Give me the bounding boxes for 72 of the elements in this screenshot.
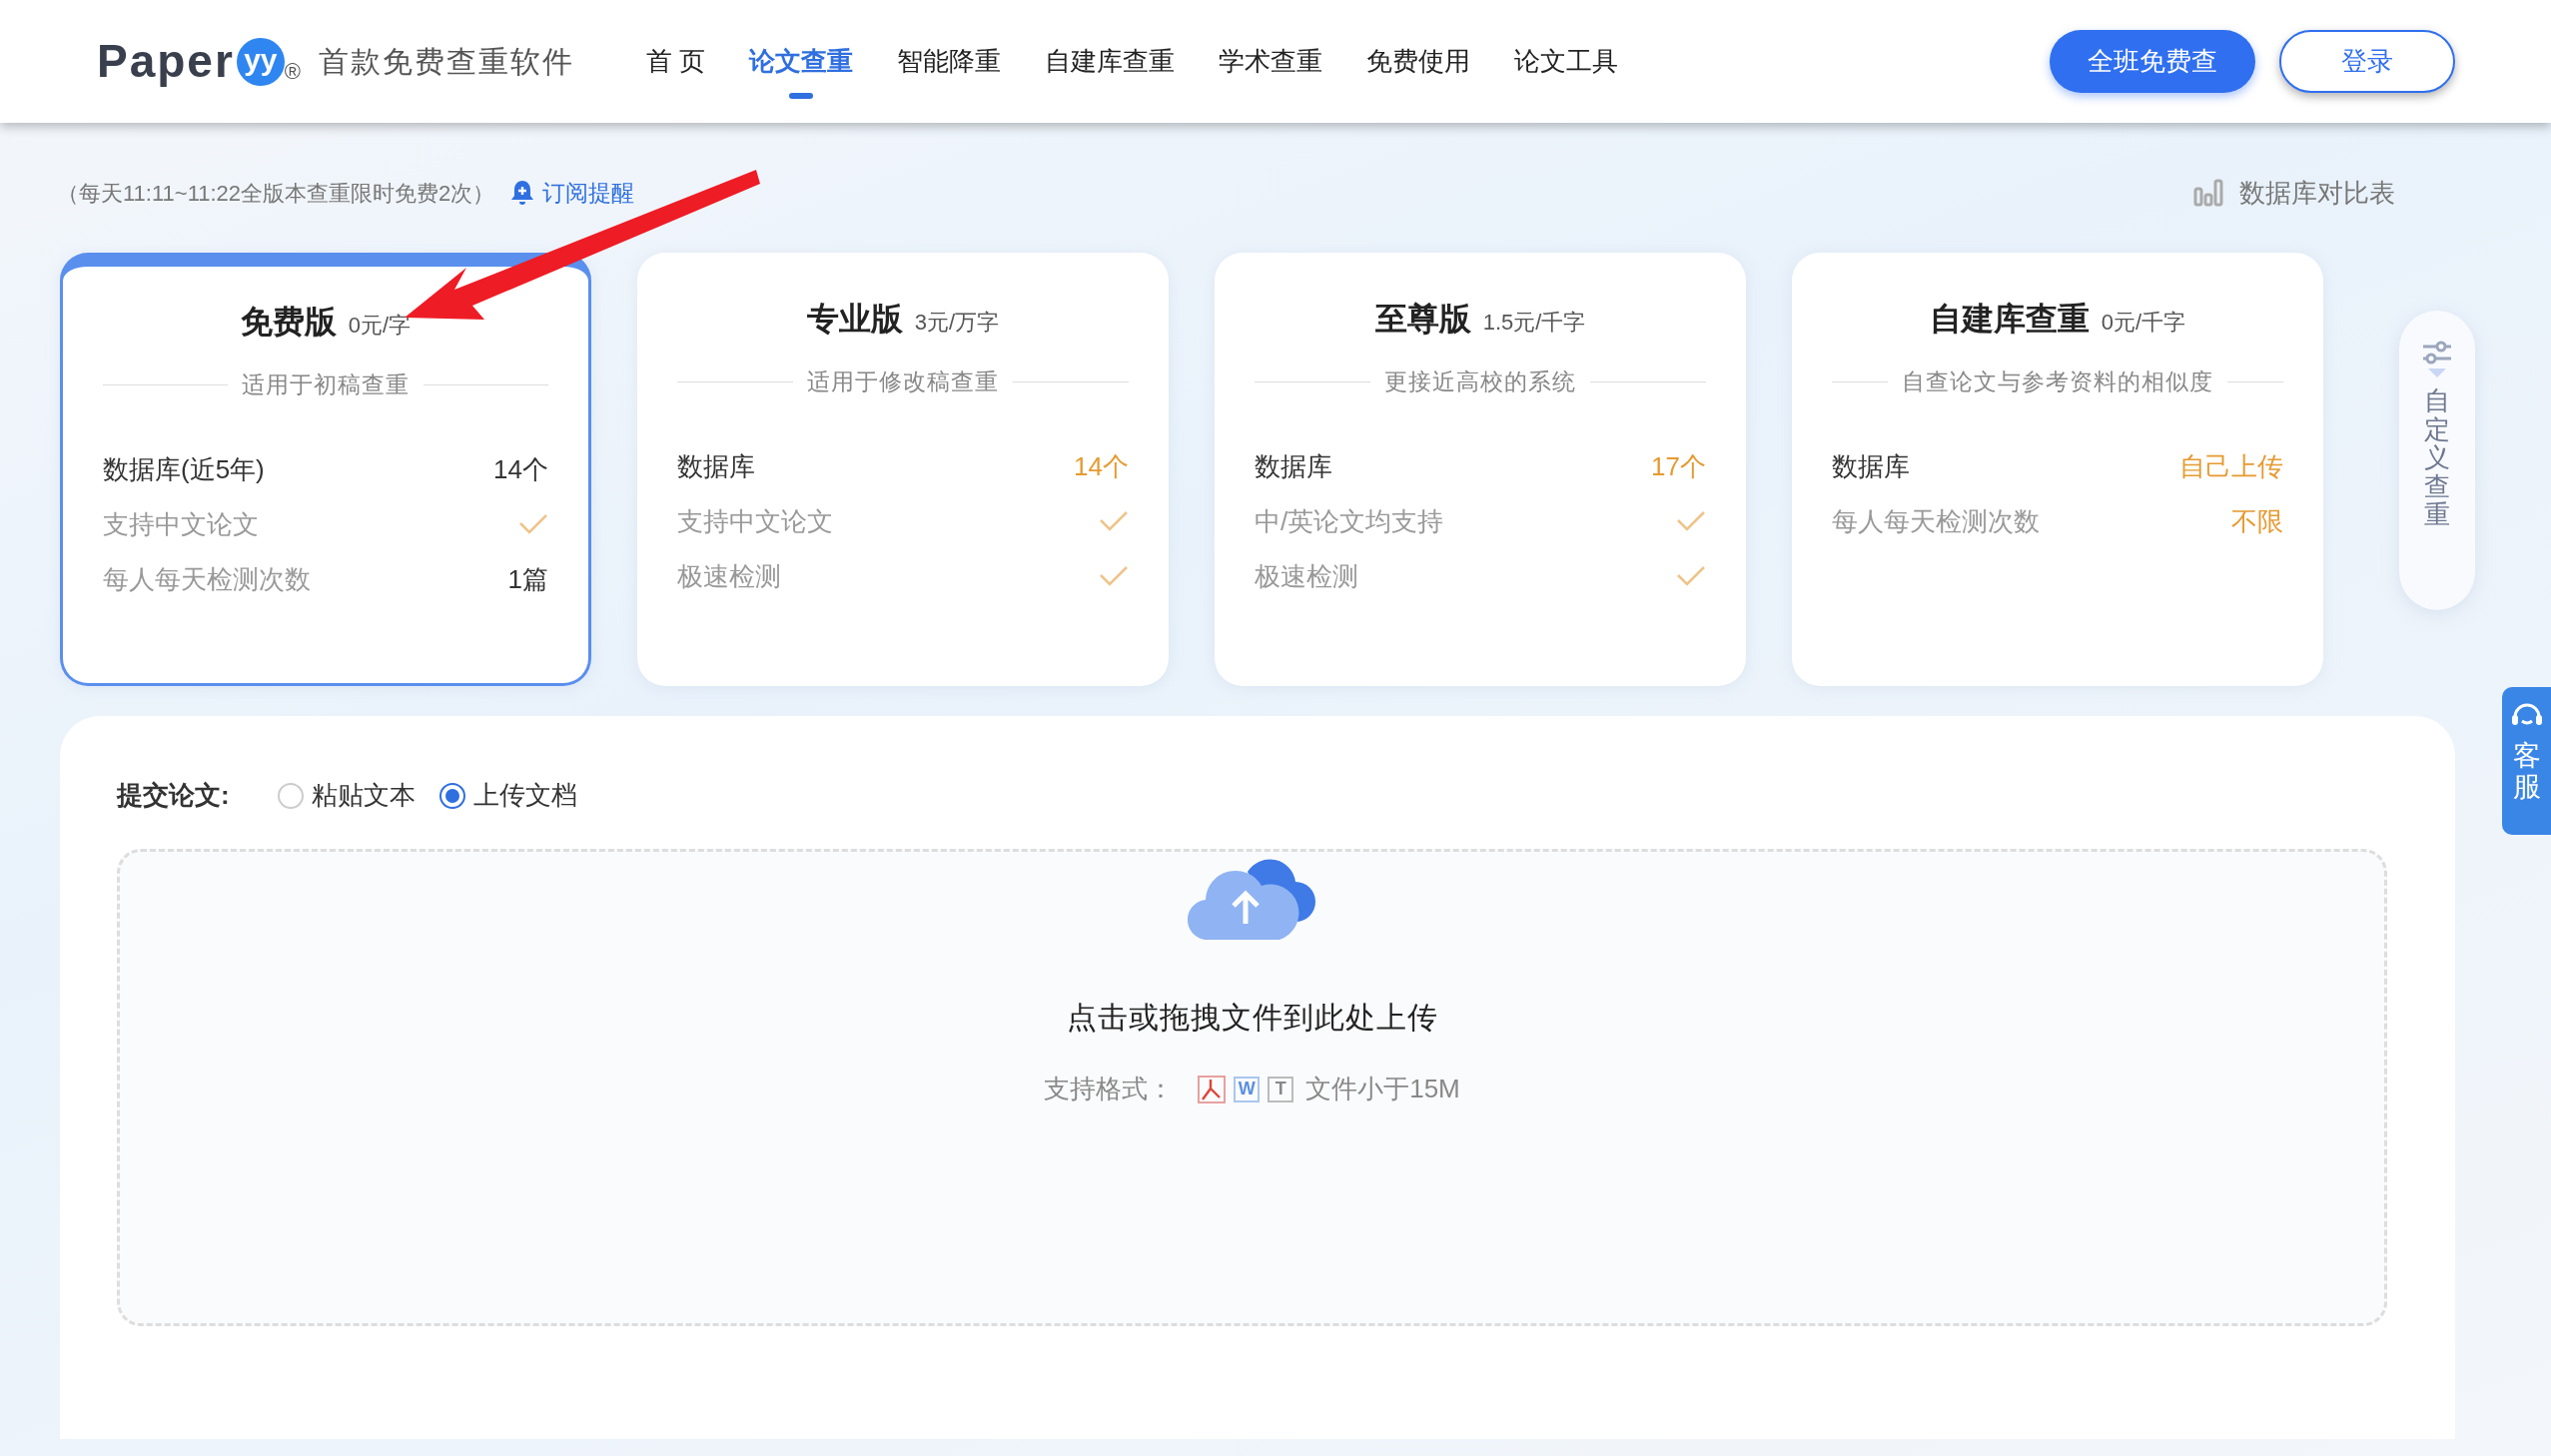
login-button[interactable]: 登录 <box>2279 30 2455 93</box>
nav-tab[interactable]: 免费使用 <box>1344 42 1493 81</box>
feature-label: 每人每天检测次数 <box>1832 504 2040 538</box>
feature-value: 17个 <box>1651 449 1706 483</box>
feature-label: 数据库 <box>1255 449 1332 483</box>
radio-button[interactable] <box>438 782 465 809</box>
check-icon <box>1676 565 1706 587</box>
plan-price: 3元/万字 <box>914 309 1000 337</box>
plan-name: 自建库查重 <box>1929 300 2090 339</box>
logo-mark: yy <box>236 37 285 86</box>
bell-icon <box>510 180 535 206</box>
plan-name: 至尊版 <box>1374 300 1471 339</box>
feature-label: 中/英论文均支持 <box>1255 504 1444 538</box>
pdf-icon <box>1198 1075 1227 1103</box>
class-check-button[interactable]: 全班免费查 <box>2050 30 2255 93</box>
feature-label: 支持中文论文 <box>677 504 833 538</box>
nav-tab[interactable]: 论文工具 <box>1492 42 1641 81</box>
feature-label: 极速检测 <box>1255 559 1358 593</box>
nav-tab[interactable]: 智能降重 <box>875 42 1024 81</box>
check-icon <box>1099 510 1129 532</box>
radio-option[interactable]: 上传文档 <box>438 776 577 815</box>
slogan: 首款免费查重软件 <box>319 44 575 80</box>
plan-description: 适用于初稿查重 <box>242 370 410 399</box>
feature-value: 不限 <box>2231 504 2283 538</box>
plan-card[interactable]: 至尊版 1.5元/千字 更接近高校的系统 数据库 17个 中/英论文均支持 极速检测 <box>1215 253 1746 686</box>
upload-area[interactable]: 点击或拖拽文件到此处上传 支持格式： W T 文件小于15M <box>117 849 2387 1326</box>
plan-price: 1.5元/千字 <box>1482 309 1586 337</box>
nav-tab[interactable]: 论文查重 <box>727 42 876 81</box>
database-compare-link[interactable]: 数据库对比表 <box>2193 173 2395 213</box>
active-indicator <box>789 93 814 99</box>
check-icon <box>1676 510 1706 532</box>
file-size-note: 文件小于15M <box>1305 1073 1460 1105</box>
check-icon <box>518 513 548 535</box>
feature-label: 数据库 <box>1832 449 1910 483</box>
promo-notice: （每天11:11~11:22全版本查重限时免费2次） <box>57 179 495 208</box>
upload-instruction: 点击或拖拽文件到此处上传 <box>1066 1000 1438 1036</box>
registered-mark: ® <box>284 58 302 86</box>
sliders-icon <box>2420 339 2454 378</box>
feature-label: 数据库(近5年) <box>103 452 265 486</box>
feature-label: 极速检测 <box>677 559 781 593</box>
formats-label: 支持格式： <box>1044 1073 1175 1105</box>
feature-value: 14个 <box>1074 449 1129 483</box>
custom-check-tab[interactable]: 自定义查重 <box>2399 311 2475 610</box>
plan-card[interactable]: 免费版 0元/字 适用于初稿查重 数据库(近5年) 14个 支持中文论文 每人每天检测次数 1篇 <box>60 253 591 686</box>
submit-label: 提交论文: <box>117 779 230 812</box>
plan-card[interactable]: 自建库查重 0元/千字 自查论文与参考资料的相似度 数据库 自己上传 每人每天检测次数 不限 <box>1792 253 2323 686</box>
bar-chart-icon <box>2193 179 2223 207</box>
text-file-icon: T <box>1268 1076 1294 1102</box>
plan-card[interactable]: 专业版 3元/万字 适用于修改稿查重 数据库 14个 支持中文论文 极速检测 <box>637 253 1169 686</box>
check-icon <box>1099 565 1129 587</box>
feature-label: 数据库 <box>677 449 755 483</box>
subscribe-link[interactable]: 订阅提醒 <box>510 175 635 211</box>
feature-label: 支持中文论文 <box>103 507 259 541</box>
plan-description: 更接近高校的系统 <box>1384 367 1576 396</box>
plan-price: 0元/字 <box>348 312 412 340</box>
feature-value: 14个 <box>493 452 548 486</box>
feature-label: 每人每天检测次数 <box>103 562 311 596</box>
plan-description: 自查论文与参考资料的相似度 <box>1902 367 2213 396</box>
plan-description: 适用于修改稿查重 <box>807 367 999 396</box>
plan-name: 免费版 <box>240 303 337 342</box>
customer-service-tab[interactable]: 客服 <box>2502 687 2551 835</box>
radio-option[interactable]: 粘贴文本 <box>277 776 416 815</box>
feature-value: 自己上传 <box>2179 449 2283 483</box>
plan-price: 0元/千字 <box>2101 309 2186 337</box>
nav-tab[interactable]: 自建库查重 <box>1023 42 1198 81</box>
nav-tab[interactable]: 学术查重 <box>1197 42 1345 81</box>
word-file-icon: W <box>1234 1076 1261 1102</box>
feature-value: 1篇 <box>507 562 548 596</box>
logo-text: Paper <box>97 34 235 89</box>
plan-name: 专业版 <box>806 300 903 339</box>
nav-tab[interactable]: 首 页 <box>624 42 728 81</box>
radio-button[interactable] <box>277 782 304 809</box>
